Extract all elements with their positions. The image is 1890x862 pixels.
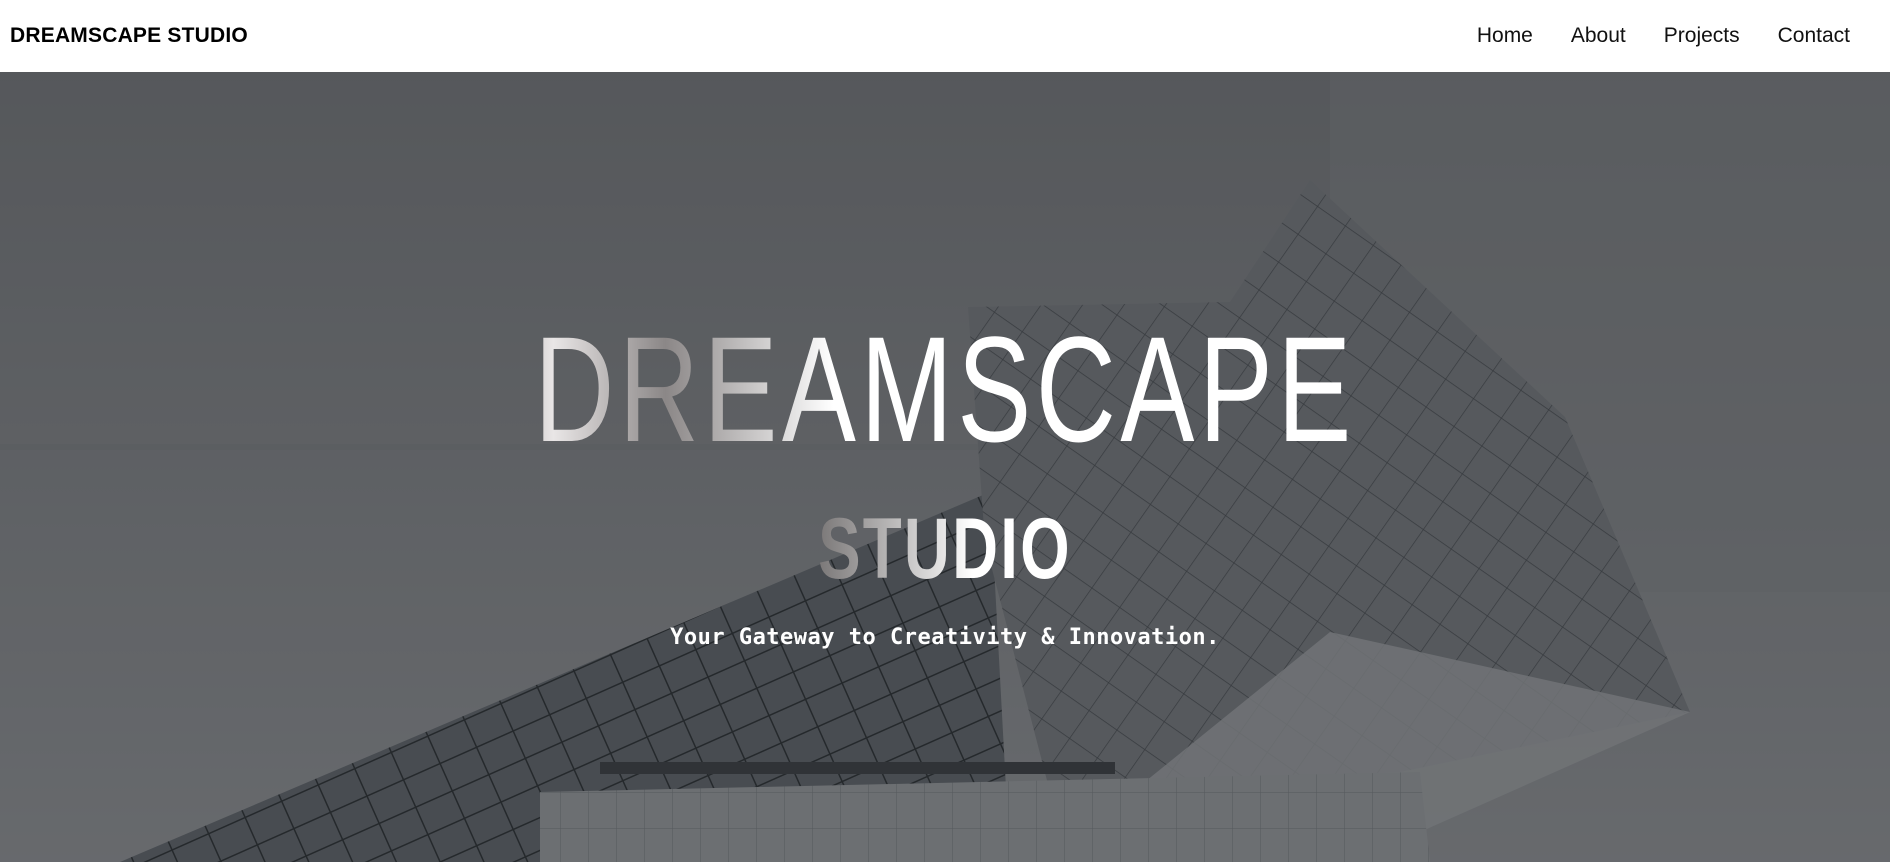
nav-link-about[interactable]: About	[1571, 24, 1626, 48]
hero-content: DREAMSCAPE STUDIO Your Gateway to Creati…	[0, 72, 1890, 862]
top-navbar: DREAMSCAPE STUDIO Home About Projects Co…	[0, 0, 1890, 72]
hero-title: DREAMSCAPE	[246, 314, 1645, 464]
nav-links: Home About Projects Contact	[1439, 24, 1850, 48]
nav-link-contact[interactable]: Contact	[1778, 24, 1850, 48]
hero-tagline: Your Gateway to Creativity & Innovation.	[670, 625, 1220, 650]
nav-link-projects[interactable]: Projects	[1664, 24, 1740, 48]
hero-subtitle: STUDIO	[246, 504, 1645, 594]
hero-section: DREAMSCAPE STUDIO Your Gateway to Creati…	[0, 72, 1890, 862]
nav-link-home[interactable]: Home	[1477, 24, 1533, 48]
brand-logo-text[interactable]: DREAMSCAPE STUDIO	[10, 24, 248, 48]
